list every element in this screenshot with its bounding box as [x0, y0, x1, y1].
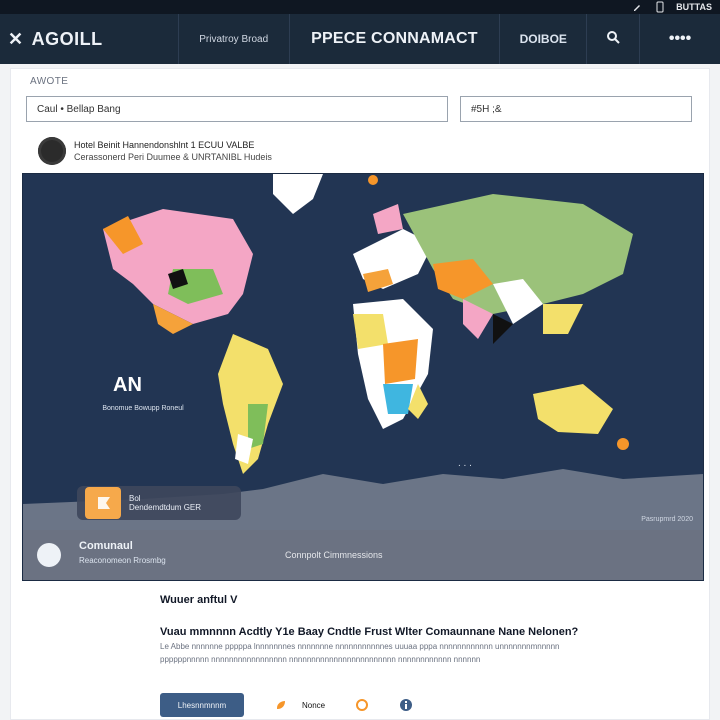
leaf-icon[interactable] — [274, 698, 288, 712]
info-icon[interactable] — [399, 698, 413, 712]
secondary-input[interactable]: #5H ;& — [460, 96, 692, 122]
map-label: AN — [113, 374, 142, 396]
map-dots: . . . — [458, 458, 472, 469]
footer-actions: Lhesnnmnnm Nonce — [160, 691, 560, 719]
strip-avatar[interactable] — [37, 543, 61, 567]
map-credit: Pasrupmrd 2020 — [641, 516, 693, 523]
meta-line-2: Cerassonerd Peri Duumee & UNRTANIBL Hude… — [74, 152, 272, 162]
strip-subtitle: Reaconomeon Rrosmbg — [79, 556, 166, 565]
primary-action-button[interactable]: Lhesnnmnnm — [160, 693, 244, 717]
top-right-label: BUTTAS — [676, 2, 712, 12]
map-info-text: Bol Dendemdtdum GER — [129, 494, 201, 512]
content-panel: AWOTE Caul • Bellap Bang #5H ;& Hotel Be… — [10, 68, 710, 720]
more-menu[interactable]: •••• — [639, 14, 720, 64]
site-header: ✕ AGOILL Privatroy Broad PPECE CONNAMACT… — [0, 14, 720, 64]
map-info-sub: Dendemdtdum GER — [129, 503, 202, 512]
nav-small[interactable]: Privatroy Broad — [177, 14, 289, 64]
map-sublabel: Bonomue Bowupp Roneul — [102, 405, 184, 412]
article-body: Le Abbe nnnnnne pppppa lnnnnnnnes nnnnnn… — [160, 642, 560, 664]
primary-input[interactable]: Caul • Bellap Bang — [26, 96, 448, 122]
avatar[interactable] — [38, 137, 66, 165]
map-info-title: Bol — [129, 494, 141, 503]
device-icon[interactable] — [654, 1, 666, 13]
footer-small-text: Nonce — [302, 700, 326, 710]
flag-icon — [85, 487, 121, 519]
strip-center-text: Connpolt Cimmnessions — [285, 550, 383, 560]
strip-title: Comunaul — [79, 540, 133, 552]
more-dots-icon[interactable]: •••• — [669, 30, 691, 48]
header-search[interactable] — [586, 14, 639, 64]
meta-lines: Hotel Beinit Hannendonshlnt 1 ECUU VALBE… — [74, 140, 272, 162]
header-tag[interactable]: DOIBOE — [499, 14, 586, 64]
meta-line-1: Hotel Beinit Hannendonshlnt 1 ECUU VALBE — [74, 140, 255, 150]
world-map-card: AN Bonomue Bowupp Roneul . . . Bol Dende… — [22, 173, 704, 581]
form-label: AWOTE — [30, 76, 69, 87]
page-title: PPECE CONNAMACT — [288, 14, 500, 64]
top-right-group: BUTTAS — [632, 0, 712, 14]
edit-icon[interactable] — [632, 1, 644, 13]
map-info-card[interactable]: Bol Dendemdtdum GER — [77, 486, 241, 520]
circle-icon[interactable] — [355, 698, 369, 712]
map-bottom-strip: Comunaul Reaconomeon Rrosmbg Connpolt Ci… — [23, 530, 703, 580]
brand-name: AGOILL — [31, 28, 103, 49]
search-icon[interactable] — [606, 30, 620, 49]
close-icon[interactable]: ✕ — [8, 29, 24, 50]
top-bar: BUTTAS — [0, 0, 720, 14]
article-title: Vuau mmnnnn Acdtly Y1e Baay Cndtle Frust… — [160, 626, 579, 638]
author-meta: Hotel Beinit Hannendonshlnt 1 ECUU VALBE… — [38, 136, 678, 166]
article-header: Wuuer anftul V — [160, 594, 238, 606]
brand[interactable]: ✕ AGOILL — [0, 29, 178, 50]
